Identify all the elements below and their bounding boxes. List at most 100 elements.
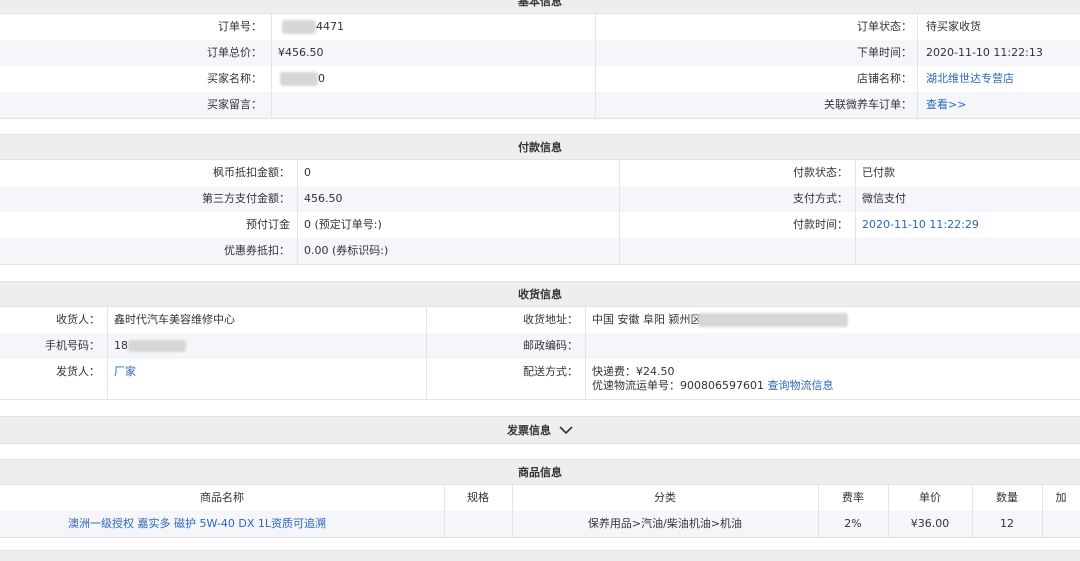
col-header-more: 加 (1055, 491, 1067, 504)
payment-row-2: 第三方支付金额： 456.50 支付方式： 微信支付 (0, 186, 1080, 212)
order-no-value: 4471 (316, 20, 344, 33)
payment-divider-2 (619, 160, 620, 264)
address-value: 中国 安徽 阜阳 颍州区 (592, 313, 702, 326)
buyer-name-value: 0 (318, 72, 325, 85)
goods-table-header: 商品名称 规格 分类 费率 单价 数量 加 (0, 485, 1080, 511)
chevron-down-icon (559, 425, 573, 435)
shipping-divider-3 (585, 307, 586, 399)
bottom-bar (0, 550, 1080, 561)
product-category: 保养用品>汽油/柴油机油>机油 (587, 517, 743, 530)
payment-row-4: 优惠券抵扣： 0.00 (券标识码:) (0, 238, 1080, 264)
goods-info-header: 商品信息 (0, 459, 1080, 485)
product-spec (444, 511, 512, 537)
goods-table: 商品名称 规格 分类 费率 单价 数量 加 澳洲一级授权 嘉实多 磁护 5W-4… (0, 485, 1080, 538)
prepay-value: 0 (预定订单号:) (304, 218, 382, 231)
phone-mask (128, 340, 186, 352)
order-total-label: 订单总价： (207, 46, 262, 59)
product-name-link[interactable]: 澳洲一级授权 嘉实多 磁护 5W-40 DX 1L资质可追溯 (0, 511, 394, 537)
basic-row-3: 买家名称： 0 店铺名称： 湖北维世达专营店 (0, 66, 1080, 92)
payment-time-label: 付款时间： (793, 218, 848, 231)
delivery-method-label: 配送方式： (523, 365, 578, 378)
product-price: ¥36.00 (910, 517, 950, 530)
coin-deduct-value: 0 (304, 166, 311, 179)
shipping-row-1: 收货人： 鑫时代汽车美容维修中心 收货地址： 中国 安徽 阜阳 颍州区 (0, 307, 1080, 333)
shipping-row-2: 手机号码： 18 邮政编码： (0, 333, 1080, 359)
prepay-label: 预付订金 (246, 218, 290, 231)
sender-label: 发货人： (56, 365, 100, 378)
order-status-label: 订单状态： (857, 20, 912, 33)
delivery-detail: 快递费：¥24.50 优速物流运单号：900806597601 查询物流信息 (592, 365, 833, 393)
shipping-row-3: 发货人： 厂家 配送方式： 快递费：¥24.50 优速物流运单号：9008065… (0, 359, 1080, 399)
goods-divider-5 (972, 485, 973, 537)
basic-divider-1 (271, 14, 272, 118)
coupon-value: 0.00 (券标识码:) (304, 244, 389, 257)
basic-info-title: 基本信息 (518, 0, 562, 8)
shipping-info-header: 收货信息 (0, 281, 1080, 307)
goods-info-title: 商品信息 (518, 466, 562, 479)
payment-status-value: 已付款 (862, 166, 895, 179)
col-header-price: 单价 (919, 491, 941, 504)
shipping-divider-2 (426, 307, 427, 399)
goods-divider-4 (888, 485, 889, 537)
payment-method-label: 支付方式： (793, 192, 848, 205)
shipping-info-title: 收货信息 (518, 288, 562, 301)
receiver-value: 鑫时代汽车美容维修中心 (114, 313, 235, 326)
tracking-line: 优速物流运单号：900806597601 查询物流信息 (592, 379, 833, 393)
third-party-value: 456.50 (304, 192, 343, 205)
basic-divider-2 (595, 14, 596, 118)
goods-divider-3 (818, 485, 819, 537)
order-no-label: 订单号： (218, 20, 262, 33)
payment-divider-1 (297, 160, 298, 264)
address-mask (698, 313, 848, 327)
receiver-label: 收货人： (56, 313, 100, 326)
shipping-divider-1 (107, 307, 108, 399)
shop-name-link[interactable]: 湖北维世达专营店 (926, 66, 1014, 92)
payment-status-label: 付款状态： (793, 166, 848, 179)
phone-value: 18 (114, 339, 128, 352)
payment-info-table: 枫币抵扣金额： 0 付款状态： 已付款 第三方支付金额： 456.50 支付方式… (0, 160, 1080, 265)
shipping-info-table: 收货人： 鑫时代汽车美容维修中心 收货地址： 中国 安徽 阜阳 颍州区 手机号码… (0, 307, 1080, 400)
buyer-message-label: 买家留言： (207, 98, 262, 111)
goods-divider-2 (512, 485, 513, 537)
invoice-info-title: 发票信息 (507, 424, 551, 437)
shop-name-label: 店铺名称： (857, 72, 912, 85)
payment-divider-3 (855, 160, 856, 264)
col-header-name: 商品名称 (200, 491, 244, 504)
phone-label: 手机号码： (45, 339, 100, 352)
payment-row-3: 预付订金 0 (预定订单号:) 付款时间： 2020-11-10 11:22:2… (0, 212, 1080, 238)
buyer-name-mask (280, 72, 318, 86)
payment-info-header: 付款信息 (0, 134, 1080, 160)
track-logistics-link[interactable]: 查询物流信息 (767, 379, 833, 392)
payment-method-value: 微信支付 (862, 192, 906, 205)
col-header-rate: 费率 (842, 491, 864, 504)
invoice-info-header[interactable]: 发票信息 (0, 416, 1080, 444)
coin-deduct-label: 枫币抵扣金额： (213, 166, 290, 179)
sender-link[interactable]: 厂家 (114, 359, 136, 385)
shipping-fee: 快递费：¥24.50 (592, 365, 675, 378)
basic-row-2: 订单总价： ¥456.50 下单时间： 2020-11-10 11:22:13 (0, 40, 1080, 66)
postcode-label: 邮政编码： (523, 339, 578, 352)
basic-info-table: 订单号： 4471 订单状态： 待买家收货 订单总价： ¥456.50 下单时间… (0, 14, 1080, 119)
basic-row-1: 订单号： 4471 订单状态： 待买家收货 (0, 14, 1080, 40)
basic-row-4: 买家留言： 关联微养车订单： 查看>> (0, 92, 1080, 118)
basic-info-header: 基本信息 (0, 0, 1080, 14)
address-label: 收货地址： (523, 313, 578, 326)
col-header-qty: 数量 (996, 491, 1018, 504)
payment-time-value: 2020-11-10 11:22:29 (862, 218, 979, 231)
third-party-label: 第三方支付金额： (202, 192, 290, 205)
buyer-name-label: 买家名称： (207, 72, 262, 85)
payment-row-1: 枫币抵扣金额： 0 付款状态： 已付款 (0, 160, 1080, 186)
table-row: 澳洲一级授权 嘉实多 磁护 5W-40 DX 1L资质可追溯 保养用品>汽油/柴… (0, 511, 1080, 537)
goods-divider-6 (1042, 485, 1043, 537)
order-total-value: ¥456.50 (278, 46, 324, 59)
col-header-category: 分类 (654, 491, 676, 504)
order-time-label: 下单时间： (857, 46, 912, 59)
payment-info-title: 付款信息 (518, 141, 562, 154)
linked-order-label: 关联微养车订单： (824, 98, 912, 111)
goods-divider-1 (444, 485, 445, 537)
order-time-value: 2020-11-10 11:22:13 (926, 46, 1043, 59)
product-rate: 2% (844, 517, 862, 530)
tracking-number: 优速物流运单号：900806597601 (592, 379, 764, 392)
linked-order-link[interactable]: 查看>> (926, 92, 966, 118)
basic-divider-3 (917, 14, 918, 118)
